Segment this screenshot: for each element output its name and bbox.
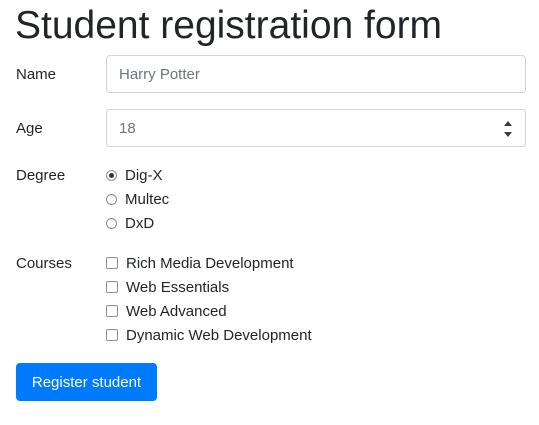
radio-icon[interactable] xyxy=(106,217,117,229)
course-option-label: Dynamic Web Development xyxy=(126,326,312,344)
degree-option-label: Dig-X xyxy=(125,166,163,184)
degree-option-dig-x[interactable]: Dig-X xyxy=(106,164,163,186)
page-title: Student registration form xyxy=(15,4,443,47)
course-option-rich-media-development[interactable]: Rich Media Development xyxy=(106,252,294,274)
degree-option-label: DxD xyxy=(125,214,155,232)
radio-icon[interactable] xyxy=(106,193,117,205)
degree-label: Degree xyxy=(16,167,66,184)
name-label: Name xyxy=(16,66,57,83)
courses-label: Courses xyxy=(16,255,72,272)
age-input-value: 18 xyxy=(119,119,136,137)
name-input-placeholder: Harry Potter xyxy=(119,65,200,83)
degree-option-dxd[interactable]: DxD xyxy=(106,212,154,234)
degree-option-multec[interactable]: Multec xyxy=(106,188,169,210)
course-option-label: Web Advanced xyxy=(126,302,227,320)
name-input[interactable]: Harry Potter xyxy=(106,55,526,93)
checkbox-icon[interactable] xyxy=(106,305,118,317)
degree-option-label: Multec xyxy=(125,190,170,208)
radio-icon[interactable] xyxy=(106,169,117,181)
age-label: Age xyxy=(16,120,43,137)
checkbox-icon[interactable] xyxy=(106,281,118,293)
course-option-label: Rich Media Development xyxy=(126,254,294,272)
course-option-web-essentials[interactable]: Web Essentials xyxy=(106,276,229,298)
stepper-up-icon[interactable] xyxy=(504,121,512,126)
age-number-input[interactable]: 18 xyxy=(106,109,526,147)
register-student-button[interactable]: Register student xyxy=(16,363,157,401)
checkbox-icon[interactable] xyxy=(106,257,118,269)
checkbox-icon[interactable] xyxy=(106,329,118,341)
age-stepper[interactable] xyxy=(503,121,513,137)
course-option-dynamic-web-development[interactable]: Dynamic Web Development xyxy=(106,324,312,346)
course-option-web-advanced[interactable]: Web Advanced xyxy=(106,300,227,322)
course-option-label: Web Essentials xyxy=(126,278,230,296)
stepper-down-icon[interactable] xyxy=(504,132,512,137)
